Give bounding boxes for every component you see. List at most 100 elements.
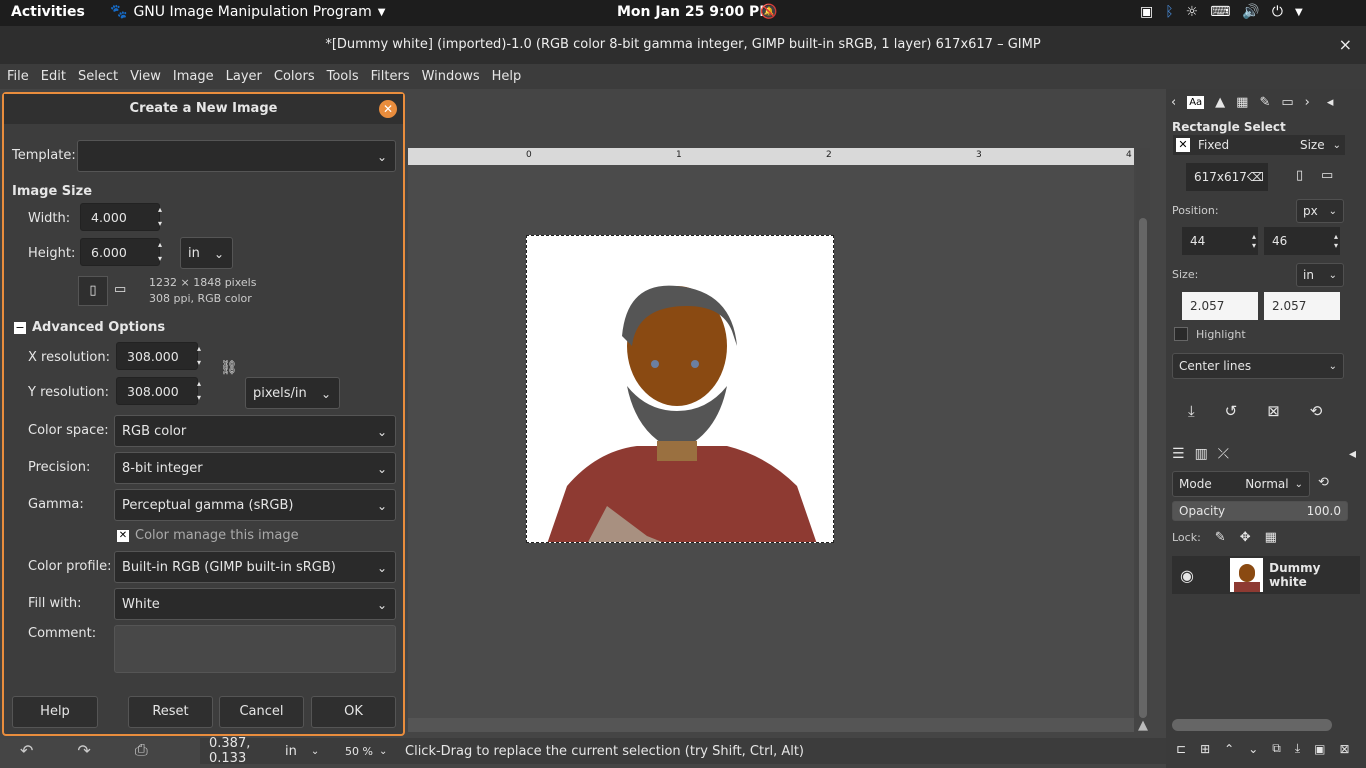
fill-with-select[interactable]: White ⌄ — [114, 588, 396, 620]
menu-tools[interactable]: Tools — [321, 64, 365, 89]
menu-filters[interactable]: Filters — [365, 64, 416, 89]
layer-mode-select[interactable]: Mode Normal ⌄ — [1172, 471, 1310, 497]
guides-select[interactable]: Center lines ⌄ — [1172, 353, 1344, 379]
channels-tab-icon[interactable]: ▥ — [1195, 446, 1208, 462]
window-close-button[interactable]: × — [1339, 26, 1352, 64]
highlight-checkbox[interactable] — [1174, 327, 1188, 341]
redo-icon[interactable]: ↷ — [77, 741, 90, 760]
color-manage-row[interactable]: ✕ Color manage this image — [117, 528, 299, 543]
precision-select[interactable]: 8-bit integer ⌄ — [114, 452, 396, 484]
pattern-tab-icon[interactable]: ▦ — [1236, 95, 1248, 110]
chevron-down-icon[interactable]: ▼ — [1295, 7, 1303, 18]
dock-menu-icon[interactable]: ◂ — [1327, 95, 1334, 110]
width-field[interactable]: 4.000 — [80, 203, 160, 231]
reset-options-icon[interactable]: ⟲ — [1310, 402, 1323, 420]
image-canvas[interactable] — [526, 235, 834, 543]
scrollbar-thumb[interactable] — [1139, 218, 1147, 718]
merge-layer-icon[interactable]: ⤓ — [1295, 741, 1300, 756]
resolution-unit-select[interactable]: pixels/in ⌄ — [245, 377, 340, 409]
bluetooth-icon[interactable]: ᛒ — [1165, 4, 1173, 20]
delete-options-icon[interactable]: ⊠ — [1267, 402, 1280, 420]
x-resolution-field[interactable]: 308.000 — [116, 342, 198, 370]
menu-image[interactable]: Image — [167, 64, 220, 89]
portrait-icon[interactable]: ▯ — [1296, 168, 1303, 183]
size-unit-select[interactable]: in ⌄ — [1296, 263, 1344, 287]
fixed-mode-select[interactable]: Size — [1300, 138, 1325, 152]
layers-tab-icon[interactable]: ☰ — [1172, 446, 1185, 462]
mask-icon[interactable]: ▣ — [1314, 742, 1325, 756]
menu-edit[interactable]: Edit — [35, 64, 72, 89]
dialog-close-button[interactable]: ✕ — [379, 100, 397, 118]
y-resolution-field[interactable]: 308.000 — [116, 377, 198, 405]
fixed-value-field[interactable]: 617x617 ⌫ — [1186, 163, 1268, 191]
fonts-tab-icon[interactable]: Aa — [1187, 96, 1205, 109]
clock[interactable]: Mon Jan 25 9:00 PM — [617, 4, 773, 20]
delete-layer-icon[interactable]: ⊠ — [1339, 742, 1349, 756]
highlight-row[interactable]: Highlight — [1174, 327, 1246, 341]
height-spin-buttons[interactable]: ▴ ▾ — [158, 238, 162, 266]
lock-pixels-icon[interactable]: ✎ — [1215, 530, 1226, 545]
vertical-scrollbar[interactable] — [1136, 148, 1150, 718]
lock-alpha-icon[interactable]: ▦ — [1265, 530, 1277, 545]
color-space-select[interactable]: RGB color ⌄ — [114, 415, 396, 447]
raise-layer-icon[interactable]: ⌃ — [1224, 742, 1234, 756]
visibility-eye-icon[interactable]: ◉ — [1180, 566, 1194, 585]
tool-options-tab-icon[interactable]: ▭ — [1281, 95, 1293, 110]
horizontal-scrollbar[interactable] — [408, 718, 1134, 732]
advanced-options-toggle[interactable]: − Advanced Options — [14, 320, 165, 335]
size-width-field[interactable]: 2.057 — [1182, 292, 1258, 320]
app-menu[interactable]: 🐾 GNU Image Manipulation Program ▼ — [110, 4, 385, 20]
yres-spin-buttons[interactable]: ▴ ▾ — [197, 377, 201, 405]
new-layer-icon[interactable]: ⊞ — [1200, 742, 1210, 756]
menu-file[interactable]: File — [1, 64, 35, 89]
brightness-icon[interactable]: ☼ — [1186, 4, 1199, 20]
menu-colors[interactable]: Colors — [268, 64, 321, 89]
color-manage-checkbox[interactable]: ✕ — [117, 529, 129, 542]
paths-tab-icon[interactable]: ⤫ — [1218, 446, 1229, 462]
navigate-icon[interactable]: ▲ — [1138, 718, 1148, 733]
gradient-tab-icon[interactable]: ▲ — [1215, 95, 1225, 110]
height-field[interactable]: 6.000 — [80, 238, 160, 266]
position-y-field[interactable]: 46 ▴ ▾ — [1264, 227, 1340, 255]
menu-windows[interactable]: Windows — [416, 64, 486, 89]
chevron-left-icon[interactable]: ‹ — [1171, 95, 1176, 110]
chevron-right-icon[interactable]: › — [1305, 95, 1310, 110]
menu-help[interactable]: Help — [486, 64, 528, 89]
workspace-icon[interactable]: ▣ — [1140, 4, 1153, 20]
opacity-slider[interactable]: Opacity 100.0 — [1172, 501, 1348, 521]
ok-button[interactable]: OK — [311, 696, 396, 728]
brush-tab-icon[interactable]: ✎ — [1259, 95, 1270, 110]
position-x-field[interactable]: 44 ▴ ▾ — [1182, 227, 1258, 255]
reset-button[interactable]: Reset — [128, 696, 213, 728]
restore-options-icon[interactable]: ↺ — [1225, 402, 1238, 420]
print-icon[interactable]: ⎙ — [135, 740, 148, 760]
size-height-field[interactable]: 2.057 — [1264, 292, 1340, 320]
layer-row[interactable]: ◉ Dummy white — [1172, 556, 1360, 594]
color-profile-select[interactable]: Built-in RGB (GIMP built-in sRGB) ⌄ — [114, 551, 396, 583]
volume-icon[interactable]: 🔊 — [1242, 4, 1259, 20]
unit-select[interactable]: in ⌄ — [285, 744, 335, 759]
width-spin-buttons[interactable]: ▴ ▾ — [158, 203, 162, 231]
landscape-icon[interactable]: ▭ — [1321, 168, 1333, 183]
notifications-off-icon[interactable]: 🔕 — [760, 4, 777, 20]
activities-button[interactable]: Activities — [11, 4, 85, 20]
landscape-orientation-icon[interactable]: ▭ — [114, 282, 126, 297]
dock-menu-icon[interactable]: ◂ — [1349, 446, 1356, 462]
xres-spin-buttons[interactable]: ▴ ▾ — [197, 342, 201, 370]
lock-position-icon[interactable]: ✥ — [1240, 530, 1251, 545]
duplicate-layer-icon[interactable]: ⧉ — [1272, 741, 1281, 756]
fixed-checkbox[interactable]: ✕ — [1176, 138, 1190, 152]
cancel-button[interactable]: Cancel — [219, 696, 304, 728]
undo-icon[interactable]: ↶ — [20, 741, 33, 760]
new-layer-group-icon[interactable]: ⊏ — [1176, 742, 1186, 756]
comment-field[interactable] — [114, 625, 396, 673]
reset-mode-icon[interactable]: ⟲ — [1318, 475, 1329, 490]
template-select[interactable]: ⌄ — [77, 140, 396, 172]
zoom-select[interactable]: 50 % ⌄ — [345, 745, 395, 758]
keyboard-icon[interactable]: ⌨ — [1210, 4, 1230, 20]
gamma-select[interactable]: Perceptual gamma (sRGB) ⌄ — [114, 489, 396, 521]
help-button[interactable]: Help — [12, 696, 98, 728]
size-unit-select[interactable]: in ⌄ — [180, 237, 233, 269]
menu-layer[interactable]: Layer — [220, 64, 268, 89]
chain-link-icon[interactable]: ⛓ — [220, 360, 238, 376]
